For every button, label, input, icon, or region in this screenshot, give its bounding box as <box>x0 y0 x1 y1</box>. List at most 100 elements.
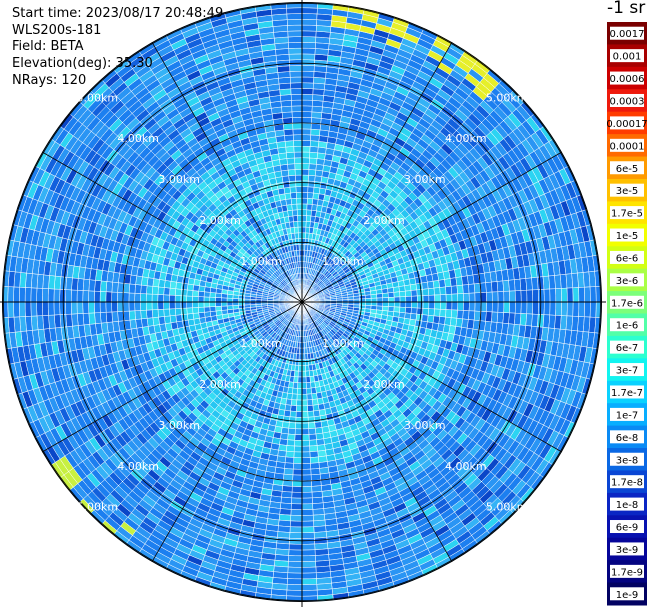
radar-gate <box>296 388 303 395</box>
radar-gate <box>451 293 459 303</box>
radar-gate <box>311 111 323 119</box>
radar-gate <box>434 301 441 310</box>
radar-gate <box>59 289 67 303</box>
radar-gate <box>301 151 311 159</box>
radar-gate <box>422 308 430 316</box>
radar-gate <box>560 301 568 317</box>
radar-gate <box>433 287 441 296</box>
radar-gate <box>307 192 314 199</box>
radar-gate <box>238 304 245 309</box>
radar-gate <box>289 526 303 534</box>
radar-gate <box>301 47 316 55</box>
radar-gate <box>566 287 574 303</box>
radar-gate <box>174 295 182 303</box>
radar-gate <box>392 286 400 293</box>
radar-gate <box>301 105 313 113</box>
radar-gate <box>422 288 430 296</box>
radar-gate <box>192 290 199 297</box>
radar-gate <box>463 301 470 312</box>
radar-gate <box>301 24 317 32</box>
radar-gate <box>468 301 476 312</box>
radar-gate <box>289 410 297 418</box>
radar-gate <box>134 310 142 320</box>
radar-gate <box>7 286 15 303</box>
radar-gate <box>280 502 292 510</box>
radar-gate <box>301 584 318 591</box>
radar-gate <box>209 296 216 303</box>
radar-gate <box>128 310 136 321</box>
radar-gate <box>301 30 317 38</box>
radar-gate <box>285 450 295 458</box>
radar-gate <box>589 286 597 303</box>
radar-gate <box>294 440 303 447</box>
radar-gate <box>197 301 205 308</box>
radar-gate <box>301 486 313 493</box>
radar-gate <box>296 399 303 407</box>
radar-gate <box>502 312 510 324</box>
radar-gate <box>509 301 516 314</box>
radar-gate <box>70 301 78 315</box>
radar-gate <box>301 209 308 216</box>
radar-gate <box>301 370 307 378</box>
radar-gate <box>111 311 119 323</box>
radar-gate <box>169 294 176 303</box>
radar-gate <box>310 128 321 136</box>
radar-gate <box>301 220 307 228</box>
radar-gate <box>288 555 303 562</box>
radar-gate <box>301 226 307 234</box>
radar-gate <box>309 146 319 154</box>
radar-gate <box>163 308 171 317</box>
radar-gate <box>295 416 303 424</box>
radar-gate <box>192 312 200 320</box>
radar-gate <box>422 301 430 309</box>
radar-gate <box>94 301 101 314</box>
radar-gate <box>281 485 293 493</box>
radar-gate <box>555 301 562 316</box>
radar-gate <box>186 307 194 315</box>
radar-gate <box>304 359 309 366</box>
radar-gate <box>301 416 309 424</box>
radar-gate <box>301 122 312 130</box>
radar-gate <box>128 292 136 303</box>
radar-gate <box>301 376 307 384</box>
radar-gate <box>301 19 318 26</box>
radar-gate <box>294 428 303 435</box>
radar-gate <box>42 301 49 316</box>
radar-gate <box>301 474 312 482</box>
radar-gate <box>297 382 303 389</box>
radar-gate <box>486 301 493 313</box>
radar-gate <box>308 163 317 171</box>
radar-gate <box>293 445 303 453</box>
radar-gate <box>122 292 130 303</box>
radar-gate <box>291 491 303 499</box>
radar-gate <box>301 578 318 585</box>
radar-gate <box>508 312 516 325</box>
radar-gate <box>421 314 429 323</box>
radar-gate <box>209 310 217 317</box>
radar-gate <box>30 287 38 303</box>
radar-gate <box>174 288 182 296</box>
radar-gate <box>451 301 459 311</box>
radar-gate <box>491 281 499 293</box>
radar-gate <box>301 117 312 124</box>
radar-gate <box>220 301 228 307</box>
radar-gate <box>301 36 317 44</box>
radar-gate <box>305 364 310 372</box>
radar-gate <box>427 287 435 296</box>
radar-gate <box>445 286 453 295</box>
radar-gate <box>47 288 55 303</box>
radar-gate <box>307 180 315 188</box>
radar-gate <box>468 310 476 321</box>
radar-gate <box>146 285 154 295</box>
radar-gate <box>301 88 314 95</box>
radar-gate <box>157 301 164 310</box>
radar-gate <box>440 301 447 310</box>
radar-gate <box>157 294 164 303</box>
radar-gate <box>503 301 510 314</box>
radar-gate <box>491 311 499 323</box>
radar-gate <box>399 306 406 314</box>
radar-gate <box>301 549 316 557</box>
radar-gate <box>496 312 504 324</box>
radar-gate <box>192 301 199 309</box>
radar-gate <box>292 474 303 482</box>
